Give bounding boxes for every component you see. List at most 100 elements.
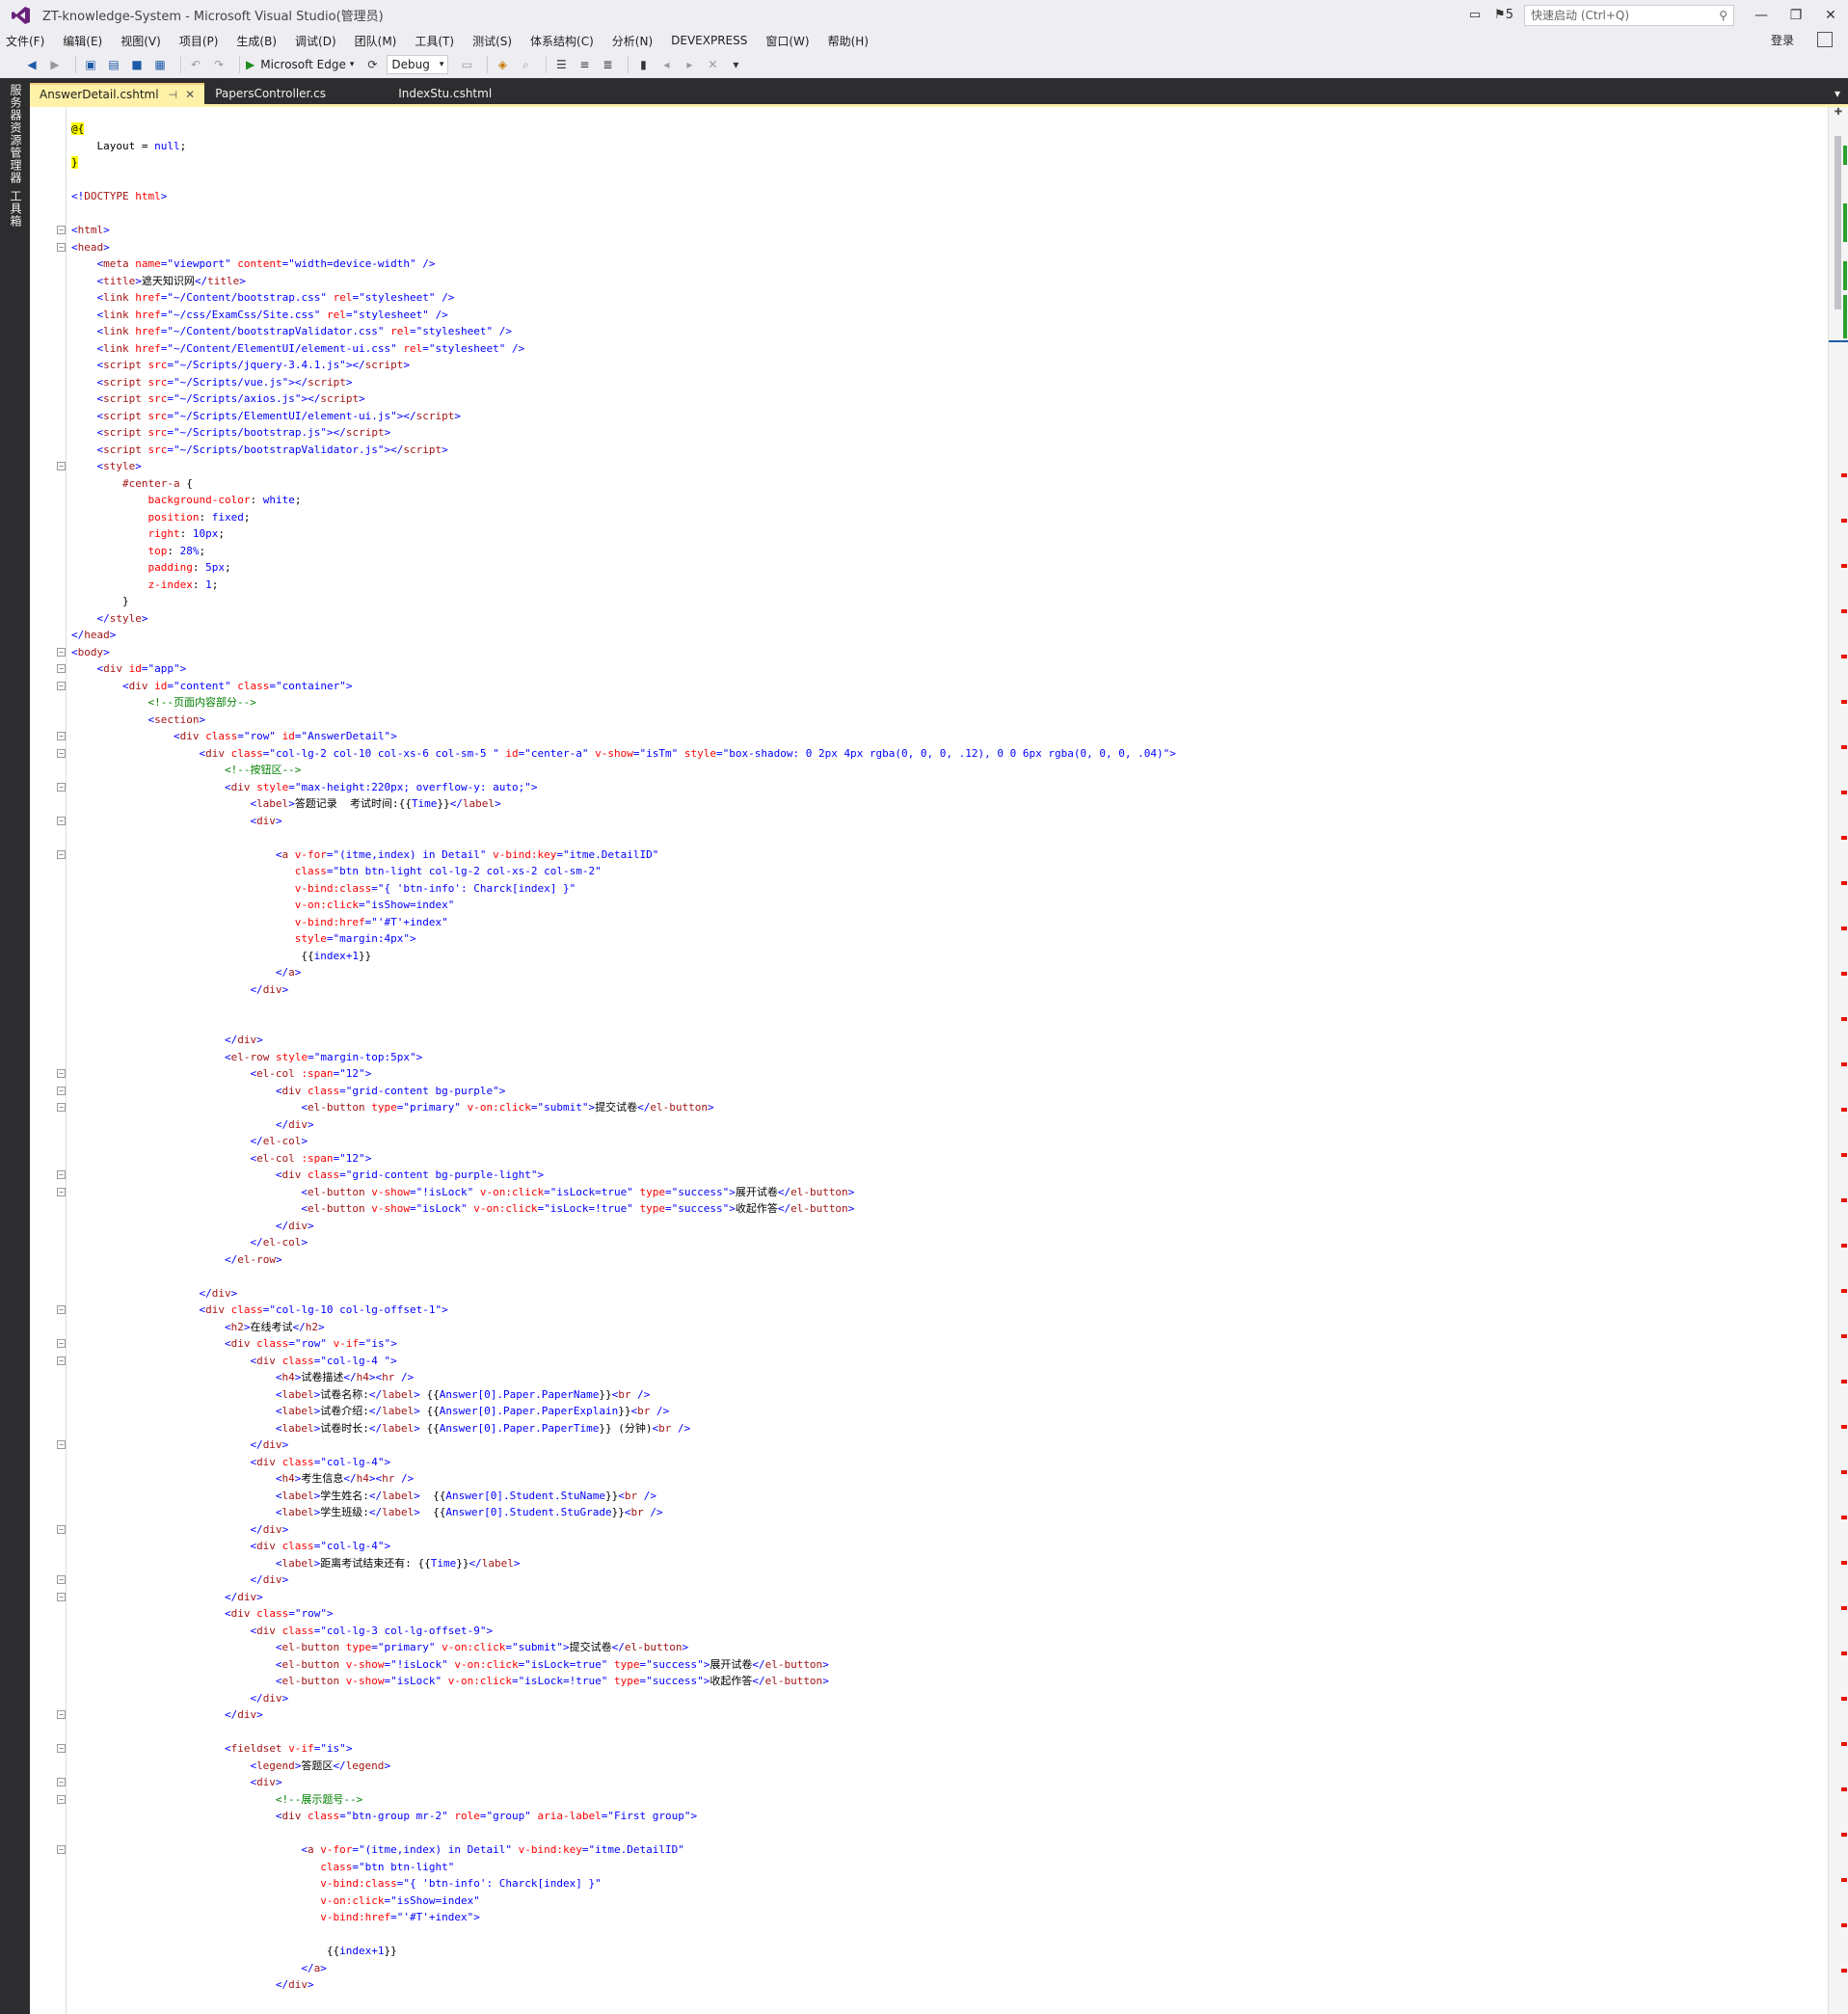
code-line[interactable]: position: fixed; [71,509,1176,526]
code-line[interactable]: <script src="~/Scripts/ElementUI/element… [71,408,1176,425]
code-line[interactable]: − <div> [57,813,1176,830]
code-line[interactable]: <link href="~/css/ExamCss/Site.css" rel=… [71,307,1176,324]
code-line[interactable]: <el-button v-show="isLock" v-on:click="i… [71,1673,1176,1690]
code-line[interactable] [71,1015,1176,1033]
code-line[interactable]: − <div class="col-lg-4 "> [57,1353,1176,1370]
split-window-icon[interactable]: ✚ [1833,107,1844,119]
close-icon[interactable]: ✕ [185,88,195,101]
code-line[interactable] [71,205,1176,223]
quick-launch-input[interactable]: 快速启动 (Ctrl+Q) ⚲ [1524,4,1734,26]
code-line[interactable]: − </div> [57,1589,1176,1606]
refresh-icon[interactable]: ⟳ [363,56,381,73]
save-icon[interactable]: ■ [128,56,146,73]
code-line[interactable]: − <style> [57,458,1176,475]
code-line[interactable]: v-on:click="isShow=index" [71,1893,1176,1910]
code-line[interactable]: </a> [71,964,1176,981]
code-line[interactable]: #center-a { [71,475,1176,493]
code-line[interactable]: </div> [71,1976,1176,1994]
code-line[interactable]: − <html> [57,222,1176,239]
code-line[interactable]: </div> [71,981,1176,999]
menu-team[interactable]: 团队(M) [355,33,397,49]
menu-project[interactable]: 项目(P) [179,33,219,49]
code-line[interactable]: <script src="~/Scripts/vue.js"></script> [71,374,1176,391]
code-line[interactable] [71,1926,1176,1944]
menu-help[interactable]: 帮助(H) [828,33,869,49]
menu-build[interactable]: 生成(B) [236,33,277,49]
menu-tools[interactable]: 工具(T) [415,33,454,49]
collapse-icon[interactable]: − [57,816,66,825]
code-line[interactable]: </div> [71,1690,1176,1707]
code-line[interactable]: − <div class="col-lg-10 col-lg-offset-1"… [57,1302,1176,1319]
collapse-icon[interactable]: − [57,1744,66,1753]
collapse-icon[interactable]: − [57,1086,66,1095]
code-line[interactable]: <div class="col-lg-4"> [71,1454,1176,1471]
scroll-thumb[interactable] [1835,136,1841,309]
code-line[interactable]: − <div class="grid-content bg-purple"> [57,1083,1176,1100]
code-line[interactable] [71,1724,1176,1741]
code-line[interactable]: − <div class="row" id="AnswerDetail"> [57,728,1176,745]
menu-debug[interactable]: 调试(D) [295,33,336,49]
collapse-icon[interactable]: − [57,849,66,859]
collapse-icon[interactable]: − [57,1524,66,1534]
code-line[interactable]: v-bind:href="'#T'+index" [71,914,1176,931]
bookmark-icon[interactable]: ▮ [634,56,652,73]
code-line[interactable] [71,998,1176,1015]
collapse-icon[interactable]: − [57,1794,66,1804]
code-line[interactable]: Layout = null; [71,138,1176,155]
minimize-button[interactable]: — [1744,8,1779,23]
code-line[interactable]: <h4>试卷描述</h4><hr /> [71,1369,1176,1386]
code-line[interactable]: − <body> [57,644,1176,661]
find-icon[interactable]: ⌕ [517,56,534,73]
code-line[interactable]: <!--按钮区--> [71,762,1176,779]
code-line[interactable]: v-bind:href="'#T'+index"> [71,1909,1176,1926]
code-line[interactable]: − </div> [57,1706,1176,1724]
code-line[interactable] [71,829,1176,846]
code-line[interactable]: </style> [71,610,1176,628]
restore-button[interactable]: ❐ [1779,8,1813,23]
code-line[interactable]: <link href="~/Content/bootstrap.css" rel… [71,289,1176,307]
collapse-icon[interactable]: − [57,748,66,758]
code-line[interactable]: − </div> [57,1571,1176,1589]
code-line[interactable]: v-bind:class="{ 'btn-info': Charck[index… [71,880,1176,898]
code-line[interactable]: <el-row style="margin-top:5px"> [71,1049,1176,1066]
collapse-icon[interactable]: − [57,1845,66,1854]
code-line[interactable]: <h2>在线考试</h2> [71,1319,1176,1336]
browser-link-icon[interactable]: ◈ [494,56,511,73]
collapse-icon[interactable]: − [57,664,66,673]
code-line[interactable]: <link href="~/Content/bootstrapValidator… [71,323,1176,340]
code-line[interactable]: <label>学生班级:</label> {{Answer[0].Student… [71,1504,1176,1521]
save-all-icon[interactable]: ▦ [151,56,169,73]
configuration-dropdown[interactable]: Debug ▾ [387,55,449,74]
collapse-icon[interactable]: − [57,1778,66,1786]
code-line[interactable]: <title>遮天知识网</title> [71,273,1176,290]
collapse-icon[interactable]: − [57,1356,66,1365]
code-line[interactable]: style="margin:4px"> [71,930,1176,948]
code-line[interactable]: </div> [71,1116,1176,1134]
undo-icon[interactable]: ↶ [187,56,204,73]
start-debugging-button[interactable]: ▶ Microsoft Edge ▾ [246,58,354,71]
code-line[interactable]: v-on:click="isShow=index" [71,897,1176,914]
code-line[interactable]: </div> [71,2010,1176,2014]
new-project-icon[interactable]: ▣ [82,56,99,73]
menu-architecture[interactable]: 体系结构(C) [530,33,594,49]
menu-analyze[interactable]: 分析(N) [612,33,653,49]
collapse-icon[interactable]: − [57,681,66,690]
code-line[interactable]: − </div> [57,1521,1176,1539]
vertical-scrollbar[interactable]: ✚ [1828,107,1848,2014]
code-line[interactable]: @{ [71,121,1176,138]
redo-icon[interactable]: ↷ [210,56,228,73]
code-line[interactable]: </head> [71,627,1176,644]
code-line[interactable]: </div> [71,1032,1176,1049]
navigate-back-icon[interactable]: ◀ [23,56,40,73]
code-line[interactable]: − <div> [57,1774,1176,1791]
code-line[interactable]: {{index+1}} [71,1943,1176,1960]
menu-test[interactable]: 测试(S) [472,33,512,49]
server-explorer-tab[interactable]: 服务器资源管理器 [8,84,24,184]
account-icon[interactable] [1817,32,1833,47]
code-line[interactable]: </el-col> [71,1133,1176,1150]
code-line[interactable]: − <el-button type="primary" v-on:click="… [57,1099,1176,1116]
menu-devexpress[interactable]: DEVEXPRESS [671,34,747,47]
tab-index-stu[interactable]: IndexStu.cshtml [365,83,498,104]
code-line[interactable]: <div class="col-lg-3 col-lg-offset-9"> [71,1623,1176,1640]
code-line[interactable]: <!DOCTYPE html> [71,188,1176,205]
